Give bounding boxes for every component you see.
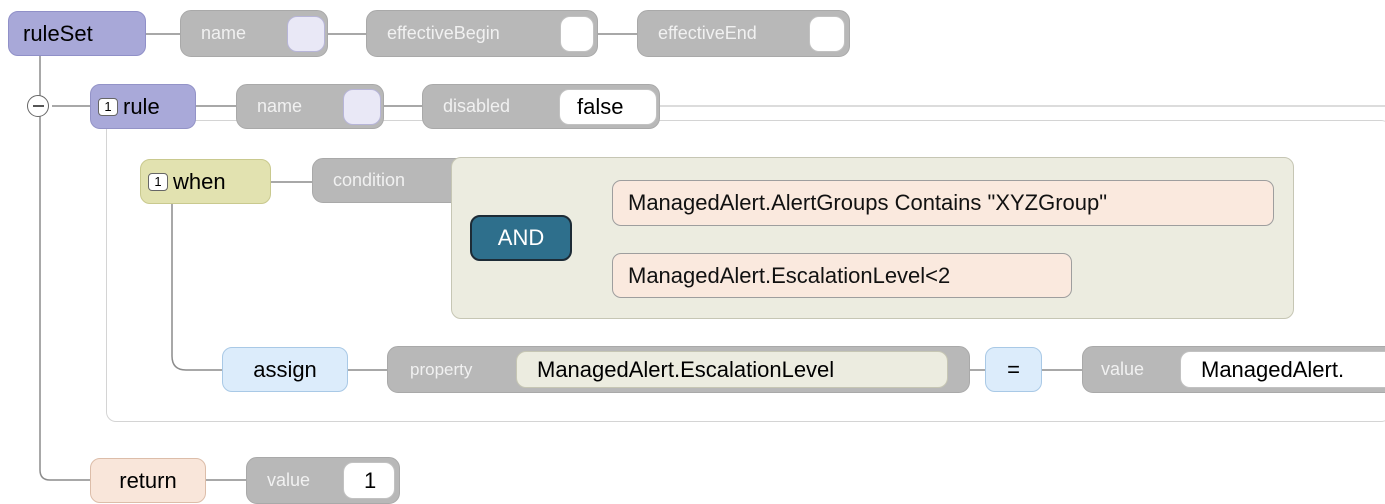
- condition-expression-text: ManagedAlert.EscalationLevel<2: [628, 262, 951, 288]
- rule-name-field[interactable]: [343, 89, 381, 125]
- collapse-icon[interactable]: [27, 95, 49, 117]
- when-count-badge: 1: [148, 172, 168, 191]
- ruleset-label: ruleSet: [23, 20, 93, 46]
- assign-value-label: value: [1101, 359, 1145, 379]
- rule-node[interactable]: 1 rule: [90, 84, 196, 129]
- effective-begin-label: effectiveBegin: [387, 23, 500, 43]
- when-node[interactable]: 1 when: [140, 159, 271, 204]
- rule-name-label: name: [257, 96, 303, 116]
- return-node[interactable]: return: [90, 458, 206, 503]
- return-value-field[interactable]: 1: [343, 462, 395, 499]
- effective-begin-field[interactable]: [560, 16, 594, 52]
- assign-operator[interactable]: =: [985, 347, 1042, 392]
- property-label: property: [410, 359, 473, 379]
- condition-expression[interactable]: ManagedAlert.AlertGroups Contains "XYZGr…: [612, 180, 1274, 226]
- and-label: AND: [497, 225, 545, 250]
- property-field[interactable]: ManagedAlert.EscalationLevel: [516, 351, 948, 388]
- assign-node[interactable]: assign: [222, 347, 348, 392]
- rule-count-badge: 1: [98, 97, 118, 116]
- return-value-label: value: [267, 470, 311, 490]
- disabled-label: disabled: [443, 96, 511, 116]
- when-label: when: [173, 168, 226, 194]
- ruleset-effective-end-attribute: effectiveEnd: [637, 10, 850, 57]
- rule-label: rule: [123, 93, 160, 119]
- return-label: return: [119, 467, 177, 493]
- ruleset-effective-begin-attribute: effectiveBegin: [366, 10, 598, 57]
- ruleset-name-label: name: [201, 23, 247, 43]
- condition-expression-text: ManagedAlert.AlertGroups Contains "XYZGr…: [628, 190, 1108, 215]
- condition-attribute: condition: [312, 158, 472, 203]
- and-operator-node[interactable]: AND: [470, 215, 572, 261]
- ruleset-name-field[interactable]: [287, 16, 325, 52]
- assign-value-attribute: value ManagedAlert.: [1082, 346, 1385, 393]
- condition-expression[interactable]: ManagedAlert.EscalationLevel<2: [612, 253, 1072, 298]
- ruleset-name-attribute: name: [180, 10, 328, 57]
- ruleset-node[interactable]: ruleSet: [8, 11, 146, 56]
- condition-label: condition: [333, 170, 406, 190]
- disabled-field[interactable]: false: [559, 89, 657, 125]
- effective-end-field[interactable]: [809, 16, 845, 52]
- assign-label: assign: [253, 356, 317, 382]
- rule-disabled-attribute: disabled false: [422, 84, 660, 129]
- assign-value-field[interactable]: ManagedAlert.: [1180, 351, 1385, 388]
- assign-operator-label: =: [1007, 356, 1020, 382]
- return-value-attribute: value 1: [246, 457, 400, 504]
- rule-name-attribute: name: [236, 84, 384, 129]
- assign-property-attribute: property ManagedAlert.EscalationLevel: [387, 346, 970, 393]
- effective-end-label: effectiveEnd: [658, 23, 757, 43]
